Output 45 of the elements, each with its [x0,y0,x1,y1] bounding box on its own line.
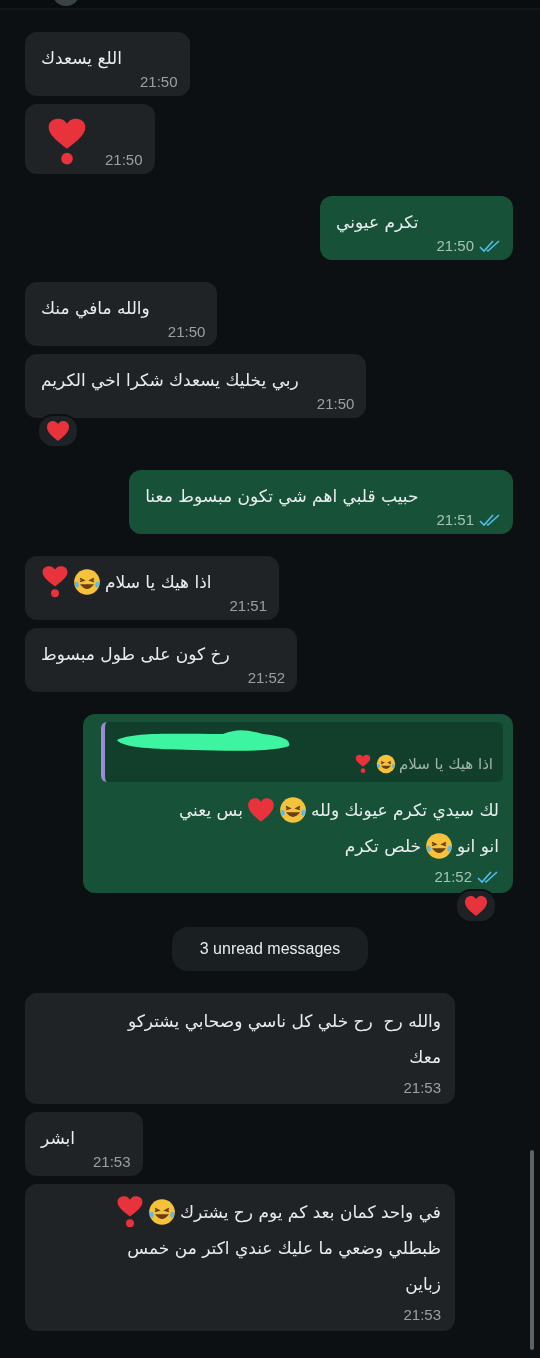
message-time: 21:50 [167,323,206,340]
reaction-badge[interactable] [37,414,79,448]
message-time: 21:52 [247,669,286,686]
message-time: 21:50 [316,395,355,412]
message-text: في واحد كمان بعد كم يوم رح يشترك [180,1201,441,1225]
message-time: 21:52 [434,868,472,885]
message-time: 21:53 [93,1153,131,1170]
message-text: ربي يخليك يسعدك شكرا اخي الكريم [41,369,299,393]
message-time: 21:53 [403,1079,441,1096]
message-bubble[interactable]: 21:50 [25,104,155,174]
message-text: حبيب قلبي اهم شي تكون مبسوط معنا [145,485,419,509]
message-time: 21:50 [105,151,143,168]
laughing-face-icon [376,754,397,774]
message-text: والله رح رح خلي كل ناسي وصحابي يشتركو [127,1010,441,1034]
message-text: والله مافي منك [41,297,150,321]
laughing-face-icon [279,796,307,824]
message-time: 21:51 [229,597,268,614]
message-text: انو انو [457,835,499,858]
message-text: اذا هيك يا سلام [105,571,212,594]
quoted-text: اذا هيك يا سلام [399,755,493,773]
heart-icon [247,796,275,824]
quoted-message[interactable]: اذا هيك يا سلام [101,722,503,782]
message-text: رخ كون على طول مبسوط [41,643,230,667]
message-text: لك سيدي تكرم عيونك ولله [311,799,499,823]
laughing-face-icon [148,1198,176,1226]
laughing-face-icon [425,832,454,860]
message-text: معك [409,1046,441,1069]
message-text: خلص تكرم [344,835,422,858]
message-text: اللع يسعدك [41,47,122,71]
message-time: 21:50 [140,73,178,90]
unread-messages-label: 3 unread messages [171,927,369,971]
message-time: 21:51 [436,511,474,528]
heart-exclamation-icon [41,565,69,599]
heart-icon [46,420,70,442]
message-text: تكرم عيوني [336,211,419,235]
heart-exclamation-icon [116,1195,144,1229]
scrollbar[interactable] [530,1150,534,1350]
heart-icon [464,895,488,917]
message-time: 21:50 [436,237,474,254]
laughing-face-icon [73,568,101,596]
message-text: بس يعني [178,799,243,823]
message-text: ابشر [41,1127,75,1150]
message-text: ظبطلي وضعي ما عليك عندي اكتر من خمس [127,1237,441,1261]
message-text: زباين [405,1273,441,1296]
message-time: 21:53 [403,1306,441,1323]
